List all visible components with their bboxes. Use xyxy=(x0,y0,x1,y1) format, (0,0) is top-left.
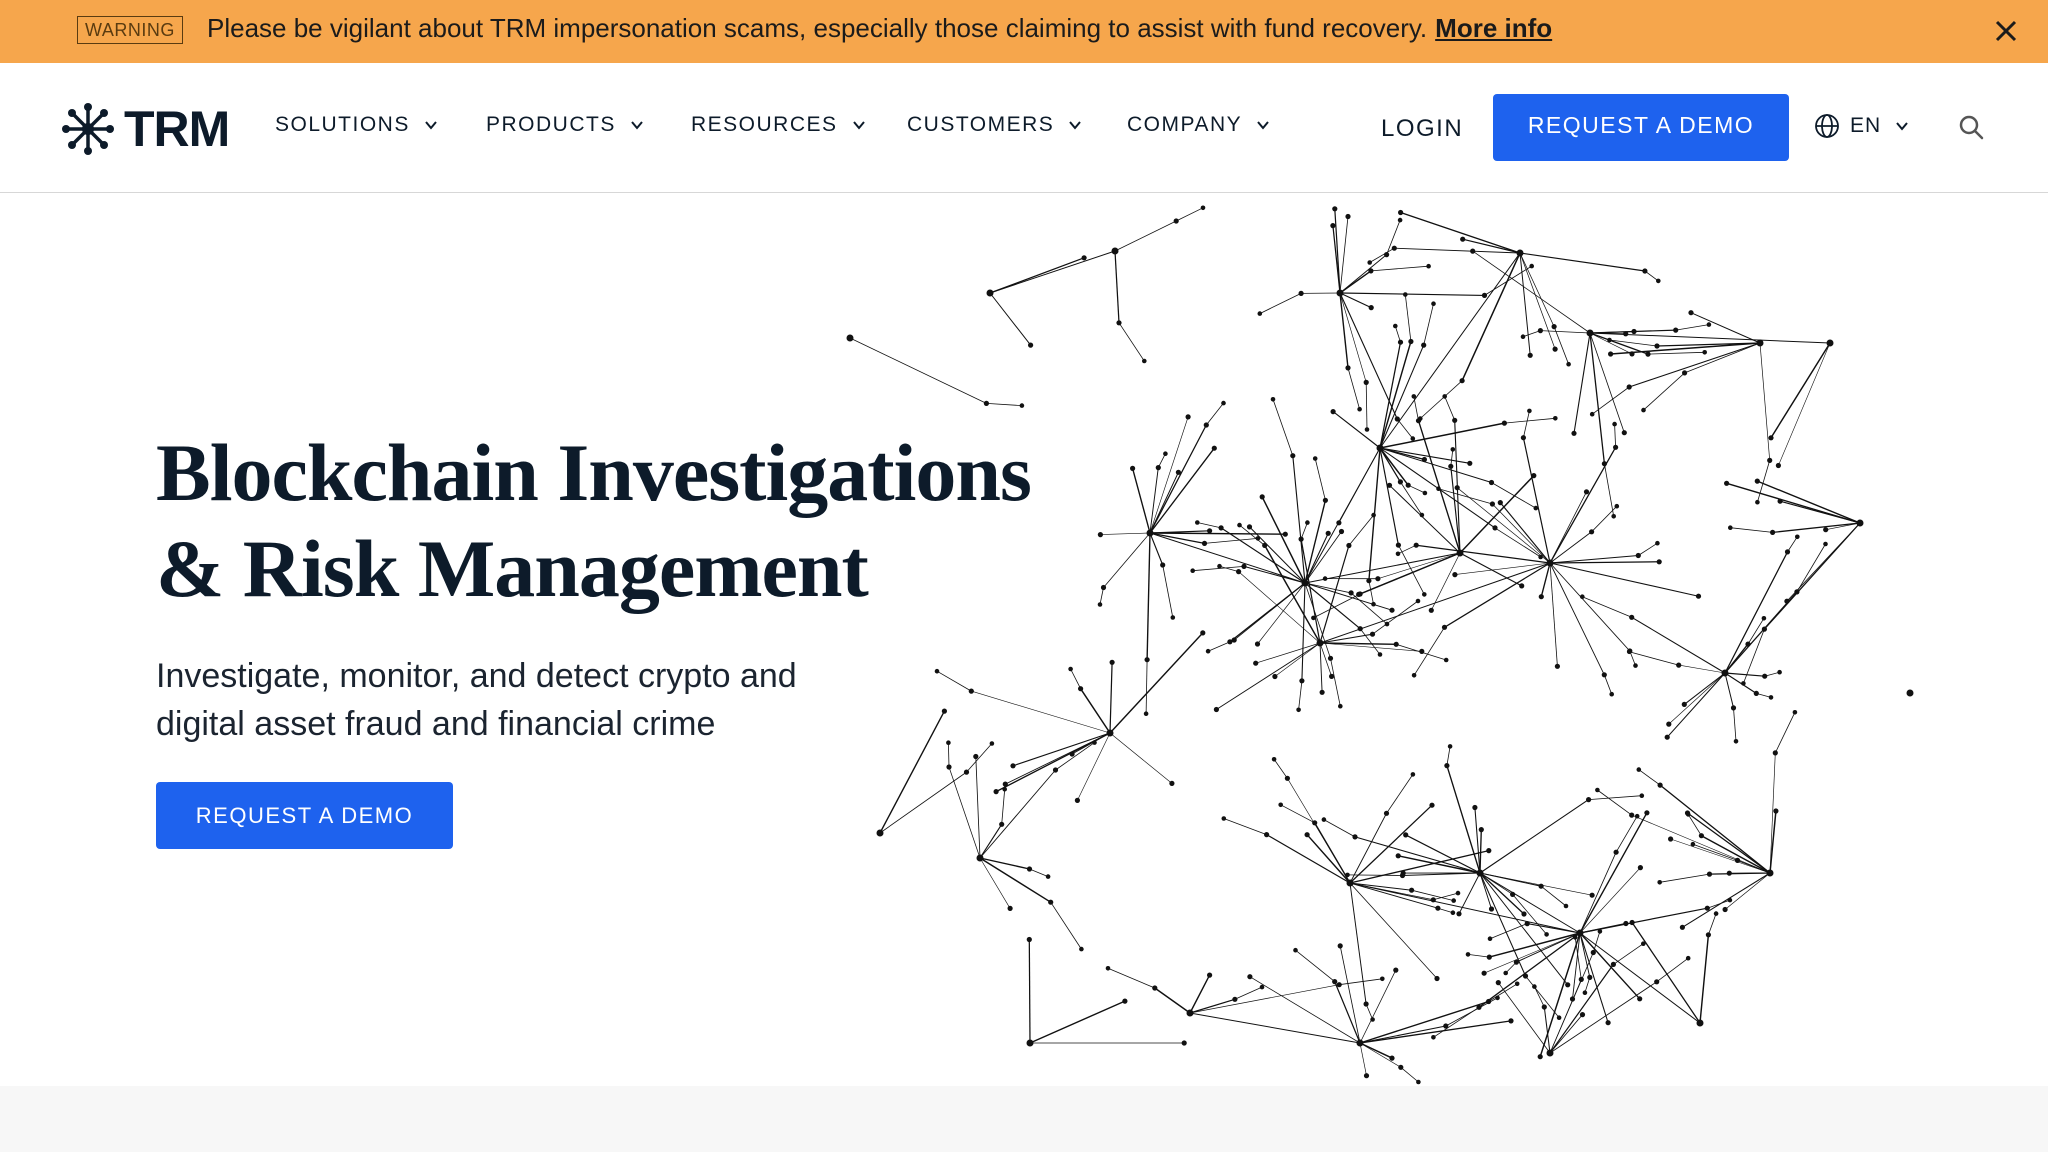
chevron-down-icon xyxy=(425,121,437,130)
chevron-down-icon xyxy=(631,121,643,130)
hero-title: Blockchain Investigations & Risk Managem… xyxy=(156,425,1086,617)
close-icon[interactable] xyxy=(1992,17,2020,45)
request-demo-button-hero[interactable]: REQUEST A DEMO xyxy=(156,782,453,849)
hero-title-line-2: & Risk Management xyxy=(156,523,869,614)
asterisk-network-icon xyxy=(62,103,114,155)
hero-subtitle-line-1: Investigate, monitor, and detect crypto … xyxy=(156,657,797,695)
nav-solutions-label: SOLUTIONS xyxy=(275,113,410,136)
more-info-link[interactable]: More info xyxy=(1435,13,1552,43)
nav-customers-label: CUSTOMERS xyxy=(907,113,1055,136)
chevron-down-icon xyxy=(1257,121,1269,130)
warning-message: Please be vigilant about TRM impersonati… xyxy=(207,13,1552,44)
network-graph-illustration xyxy=(846,205,1914,1085)
nav-resources-label: RESOURCES xyxy=(691,113,838,136)
next-section-strip xyxy=(0,1086,2048,1152)
warning-badge: WARNING xyxy=(77,16,183,44)
request-demo-button-header[interactable]: REQUEST A DEMO xyxy=(1493,94,1789,161)
chevron-down-icon xyxy=(852,121,865,130)
nav-resources[interactable]: RESOURCES xyxy=(691,113,866,137)
nav-customers[interactable]: CUSTOMERS xyxy=(907,113,1082,137)
chevron-down-icon xyxy=(1896,122,1908,131)
language-selector[interactable]: EN xyxy=(1814,113,1909,139)
logo-text: TRM xyxy=(124,101,230,157)
chevron-down-icon xyxy=(1069,121,1082,130)
login-link[interactable]: LOGIN xyxy=(1381,115,1463,143)
hero-subtitle-line-2: digital asset fraud and financial crime xyxy=(156,705,716,743)
nav-solutions[interactable]: SOLUTIONS xyxy=(275,113,438,137)
logo[interactable]: TRM xyxy=(62,100,230,158)
nav-company-label: COMPANY xyxy=(1127,113,1243,136)
nav-products-label: PRODUCTS xyxy=(486,113,616,136)
hero-subtitle: Investigate, monitor, and detect crypto … xyxy=(156,652,916,748)
nav-products[interactable]: PRODUCTS xyxy=(486,113,644,137)
nav-company[interactable]: COMPANY xyxy=(1127,113,1270,137)
hero-title-line-1: Blockchain Investigations xyxy=(156,427,1032,518)
language-label: EN xyxy=(1850,114,1882,137)
search-icon[interactable] xyxy=(1958,114,1984,140)
site-header: TRM SOLUTIONS PRODUCTS RESOURCES CUSTOME… xyxy=(0,63,2048,193)
globe-icon xyxy=(1815,114,1839,138)
warning-banner: WARNING Please be vigilant about TRM imp… xyxy=(0,0,2048,63)
warning-text: Please be vigilant about TRM impersonati… xyxy=(207,13,1428,43)
